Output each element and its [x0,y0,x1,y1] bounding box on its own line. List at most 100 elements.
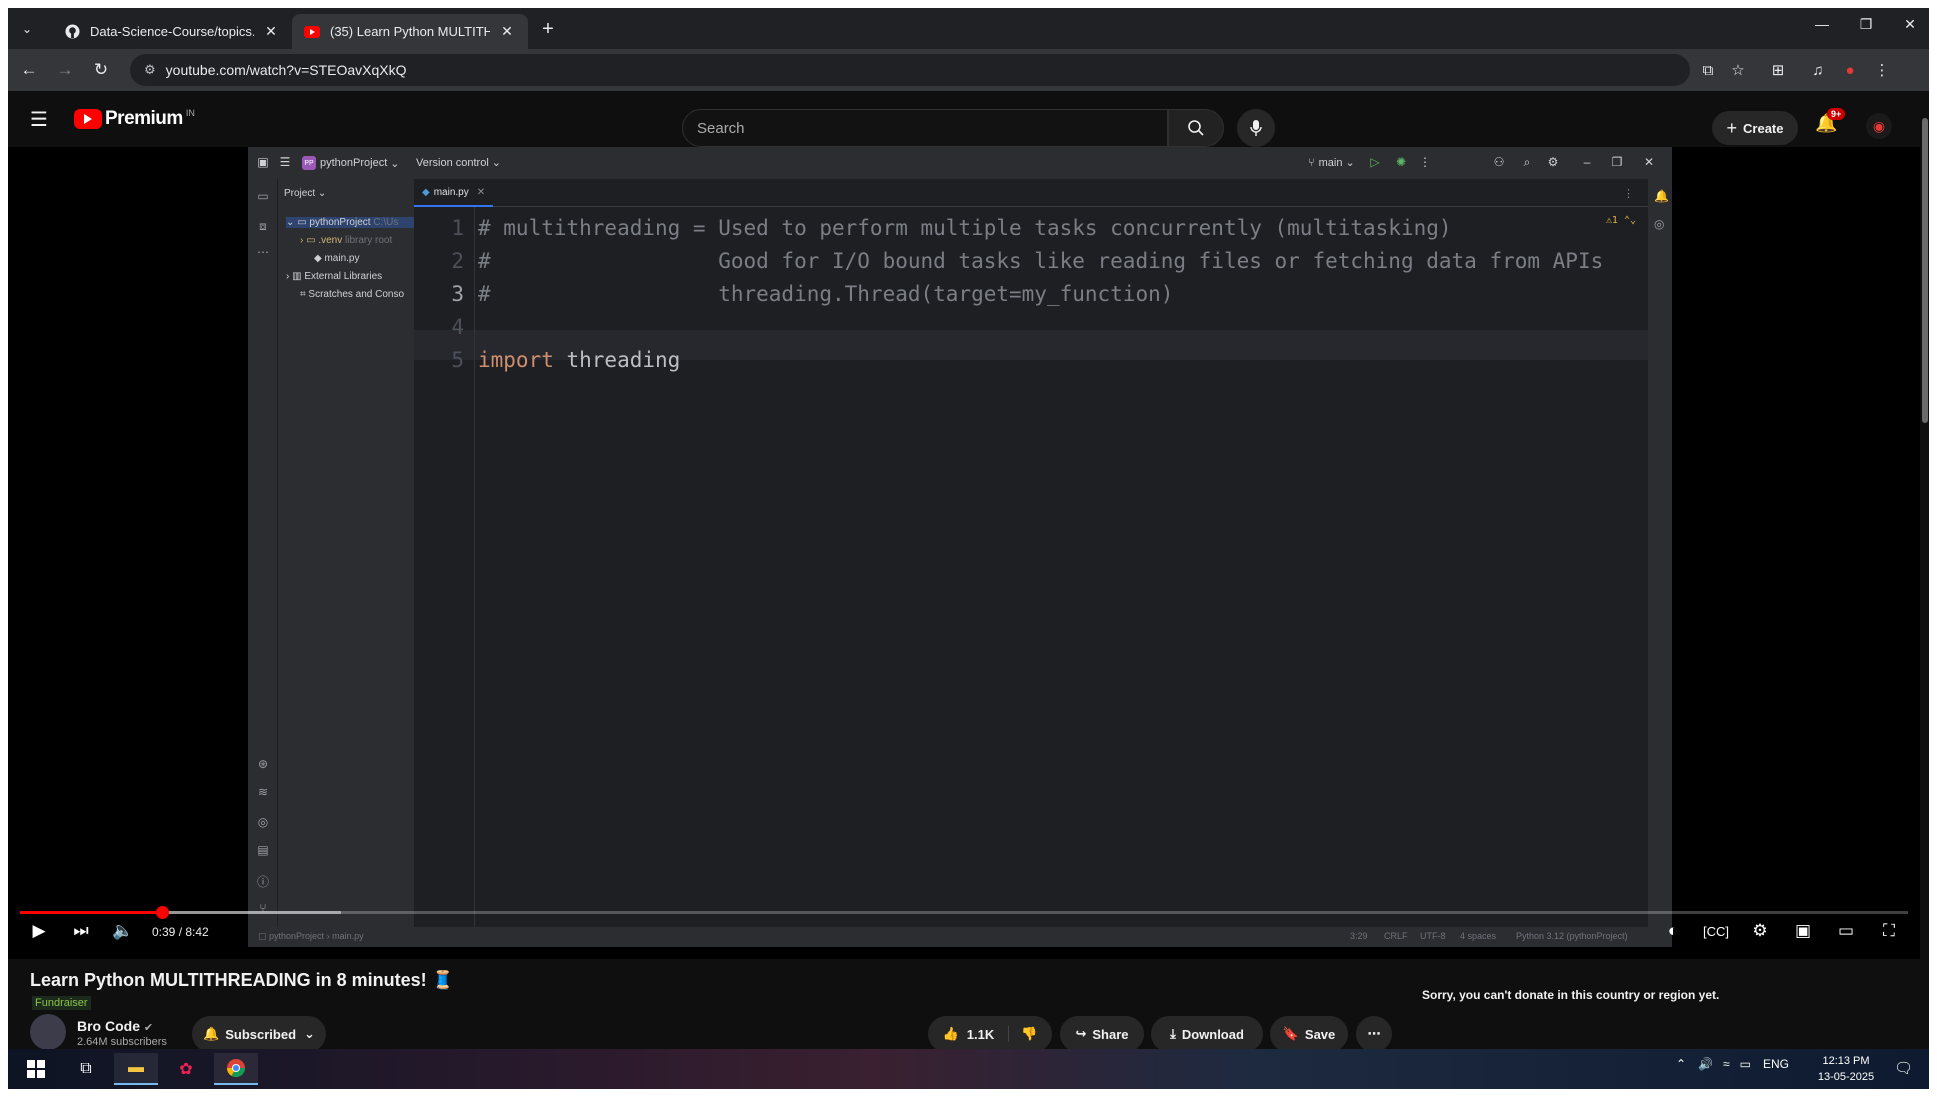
ide-version-control: Version control ⌄ [416,156,501,170]
share-icon: ↪ [1075,1026,1087,1041]
next-video-icon[interactable]: ⏭ [66,921,96,941]
close-tab-icon[interactable]: ✕ [262,23,280,40]
play-icon[interactable]: ▶ [24,921,54,941]
channel-avatar[interactable] [30,1014,66,1050]
notifications-icon: 🔔 [1654,189,1669,203]
save-button[interactable]: 🔖 Save [1270,1016,1348,1052]
minimize-icon[interactable]: — [1802,16,1842,32]
code-line-2: # Good for I/O bound tasks like reading … [478,249,1604,273]
miniplayer-icon[interactable]: ▣ [1788,921,1818,941]
battery-icon[interactable]: ▭ [1740,1057,1751,1071]
back-icon[interactable]: ← [16,57,42,83]
tree-item-main: ◆ main.py [314,253,360,264]
extensions-icon[interactable]: ⊞ [1766,58,1790,82]
version-control-label: Version control [416,156,489,169]
tray-chevron-icon[interactable]: ⌃ [1676,1057,1686,1071]
time-display: 0:39 / 8:42 [152,925,209,939]
volume-icon[interactable]: 🔈 [108,921,138,941]
dislike-button[interactable]: 👎 [1009,1026,1037,1042]
video-progress-bar[interactable] [20,906,1908,919]
language-indicator[interactable]: ENG [1763,1057,1789,1071]
wifi-icon[interactable]: ≈ [1723,1057,1730,1071]
tree-suffix: library root [345,235,393,246]
search-button[interactable] [1168,109,1224,147]
channel-name[interactable]: Bro Code ✔ [77,1018,153,1034]
more-tools-icon: ⋯ [257,245,269,259]
guide-menu-icon[interactable]: ☰ [30,107,48,132]
page-scrollbar-thumb[interactable] [1922,118,1928,423]
browser-tab-github[interactable]: Data-Science-Course/topics.txt ✕ [52,14,292,49]
channel-name-text: Bro Code [77,1018,140,1034]
services-icon: ◎ [257,815,269,829]
restore-icon[interactable]: ❐ [1846,16,1886,33]
share-button[interactable]: ↪ Share [1060,1016,1144,1052]
logo-text: Premium [105,108,183,129]
bookmark-star-icon[interactable]: ☆ [1726,58,1750,82]
captions-icon[interactable]: [CC] [1701,924,1731,939]
logo-country: IN [185,108,195,118]
address-bar[interactable]: ⚙ youtube.com/watch?v=STEOavXqXkQ [130,54,1690,86]
chrome-menu-icon[interactable]: ⋮ [1870,58,1894,82]
youtube-logo[interactable]: Premium IN [74,108,195,130]
scrubber-handle[interactable] [155,906,169,919]
thumbs-down-icon: 👎 [1021,1026,1038,1041]
windows-start-icon[interactable] [14,1053,58,1085]
search-input[interactable]: Search [682,109,1168,147]
settings-gear-icon[interactable]: ⚙ [1745,921,1775,941]
code-line-1: # multithreading = Used to perform multi… [478,216,1452,240]
branch-label: main [1318,156,1343,169]
close-window-icon[interactable]: ✕ [1890,16,1929,33]
speaker-icon[interactable]: 🔊 [1698,1057,1713,1071]
browser-window: ⌄ Data-Science-Course/topics.txt ✕ (35) … [8,8,1929,1089]
paint-app-icon[interactable]: ✿ [164,1053,208,1085]
tab-options-icon: ⋮ [1623,188,1634,200]
warning-count: 1 [1611,215,1618,226]
system-tray: ⌃ 🔊 ≈ ▭ ENG [1676,1057,1789,1071]
video-player[interactable]: ▣ ☰ PP pythonProject ⌄ Version control ⌄ ⑂… [8,147,1920,959]
interpreter: Python 3.12 (pythonProject) [1516,931,1628,941]
taskbar-clock[interactable]: 12:13 PM 13-05-2025 [1806,1053,1886,1085]
ide-main-menu-icon: ☰ [279,155,291,169]
more-actions-button[interactable]: ⋯ [1356,1016,1392,1052]
ide-branch: ⑂ main ⌄ [1308,156,1355,170]
ide-screen-recording: ▣ ☰ PP pythonProject ⌄ Version control ⌄ ⑂… [248,147,1672,947]
theater-mode-icon[interactable]: ▭ [1831,921,1861,941]
fullscreen-icon[interactable]: ⛶ [1874,921,1904,941]
forward-icon[interactable]: → [52,57,78,83]
ide-title-bar: ▣ ☰ PP pythonProject ⌄ Version control ⌄ ⑂… [248,147,1672,179]
fundraiser-badge[interactable]: Fundraiser [32,996,91,1010]
like-button[interactable]: 👍 1.1K [943,1026,1010,1042]
action-center-icon[interactable]: 🗨 [1894,1059,1913,1077]
reload-icon[interactable]: ↻ [88,57,114,83]
donate-notice: Sorry, you can't donate in this country … [1422,988,1720,1002]
tab-strip: ⌄ Data-Science-Course/topics.txt ✕ (35) … [8,8,1929,49]
profile-avatar-icon[interactable]: ● [1838,58,1862,82]
ai-assistant-icon: ◎ [1654,217,1665,231]
code-with-me-icon: ⚇ [1493,155,1505,169]
editor-tab-label: main.py [433,186,469,198]
autoplay-toggle[interactable]: ◐ [1658,921,1688,941]
subscribed-button[interactable]: 🔔 Subscribed ⌄ [192,1016,326,1052]
download-button[interactable]: ⤓ Download [1151,1016,1263,1052]
chrome-taskbar-icon[interactable] [214,1053,258,1085]
tab-search-button[interactable]: ⌄ [16,18,38,40]
code-line-5: import threading [478,348,680,372]
task-view-icon[interactable]: ⧉ [64,1053,108,1085]
create-button[interactable]: + Create [1712,111,1798,145]
editor-tab-main: ◆ main.py ✕ [414,179,494,207]
new-tab-button[interactable]: + [536,18,560,41]
url-text: youtube.com/watch?v=STEOavXqXkQ [165,62,407,78]
media-controls-icon[interactable]: ♫ [1806,58,1830,82]
browser-tab-youtube[interactable]: (35) Learn Python MULTITHREA ✕ [292,14,528,49]
file-explorer-icon[interactable]: ▬ [114,1053,158,1085]
voice-search-button[interactable] [1237,109,1275,147]
run-icon: ▷ [1370,155,1380,169]
close-tab-icon[interactable]: ✕ [498,23,516,40]
ide-restore-icon: ❐ [1611,155,1623,169]
install-app-icon[interactable]: ⧉ [1696,58,1720,82]
ide-editor-tabs: ◆ main.py ✕ ⋮ [414,179,1648,207]
problems-icon: ⓘ [256,875,269,889]
share-label: Share [1092,1026,1129,1042]
site-info-icon[interactable]: ⚙ [144,62,156,78]
account-avatar[interactable]: ◉ [1866,113,1892,139]
